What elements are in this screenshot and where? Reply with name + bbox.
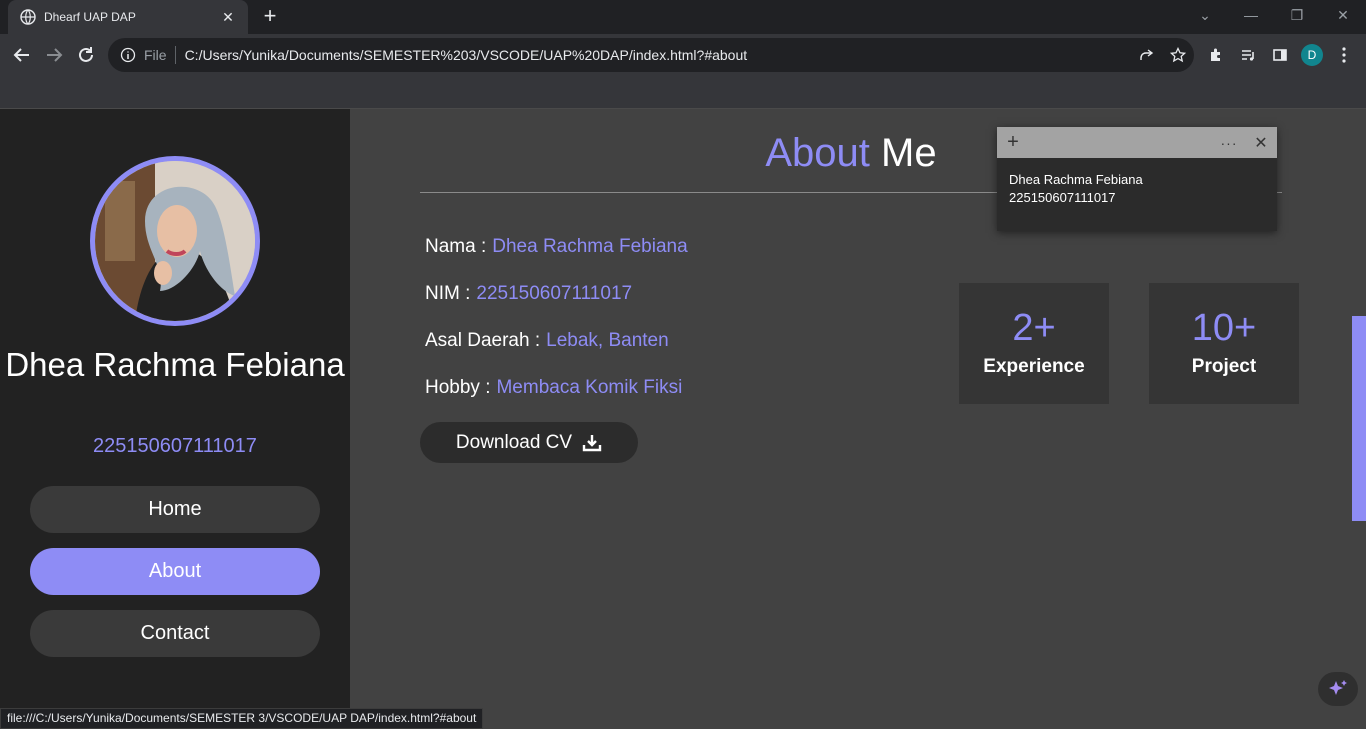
close-icon[interactable]: ✕	[1245, 133, 1277, 153]
page-title-rest: Me	[881, 131, 937, 175]
nav-about[interactable]: About	[30, 548, 320, 595]
info-icon[interactable]	[120, 47, 136, 63]
info-label: Nama :	[425, 236, 487, 257]
back-button[interactable]	[10, 43, 34, 67]
stat-card-experience: 2+ Experience	[959, 283, 1109, 404]
address-bar[interactable]: File C:/Users/Yunika/Documents/SEMESTER%…	[108, 38, 1194, 72]
close-window-button[interactable]: ✕	[1320, 0, 1366, 30]
scrollbar-thumb[interactable]	[1352, 316, 1366, 521]
media-control-icon[interactable]	[1234, 34, 1262, 76]
info-value: 225150607111017	[476, 283, 633, 304]
tab-title: Dhearf UAP DAP	[44, 10, 136, 24]
avatar: D	[1301, 44, 1323, 66]
profile-nim: 225150607111017	[93, 435, 257, 457]
tab-close-icon[interactable]: ✕	[220, 9, 236, 26]
info-row-nama: Nama : Dhea Rachma Febiana	[425, 236, 688, 258]
info-row-nim: NIM :225150607111017	[425, 283, 632, 305]
side-panel-icon[interactable]	[1266, 34, 1294, 76]
tab-strip: Dhearf UAP DAP ✕ + ⌄ — ❐ ✕	[0, 0, 1366, 34]
profile-button[interactable]: D	[1298, 34, 1326, 76]
info-value: Dhea Rachma Febiana	[492, 236, 688, 257]
restore-button[interactable]: ❐	[1274, 0, 1320, 30]
page-title-accent: About	[765, 131, 870, 175]
info-row-asal-daerah: Asal Daerah : Lebak, Banten	[425, 330, 669, 352]
sticky-note-text[interactable]: Dhea Rachma Febiana 225150607111017	[997, 158, 1277, 220]
reload-icon	[79, 47, 93, 62]
stat-label: Project	[1191, 356, 1257, 377]
bookmark-star-icon[interactable]	[1162, 39, 1194, 71]
info-row-hobby: Hobby : Membaca Komik Fiksi	[425, 377, 682, 399]
download-cv-button[interactable]: Download CV	[420, 422, 638, 463]
note-line: Dhea Rachma Febiana	[1009, 172, 1143, 187]
divider	[174, 46, 176, 64]
toolbar-extension-area	[0, 76, 1366, 109]
stat-card-project: 10+ Project	[1149, 283, 1299, 404]
browser-toolbar: File C:/Users/Yunika/Documents/SEMESTER%…	[0, 34, 1366, 76]
info-label: NIM :	[425, 283, 471, 304]
download-cv-label: Download CV	[455, 431, 573, 453]
browser-tab[interactable]: Dhearf UAP DAP ✕	[8, 0, 248, 34]
extensions-icon[interactable]	[1202, 34, 1230, 76]
sparkle-button[interactable]	[1318, 672, 1358, 706]
profile-name: Dhea Rachma Febiana	[5, 346, 345, 383]
download-icon	[582, 434, 602, 451]
sticky-note-window[interactable]: + ··· ✕ Dhea Rachma Febiana 225150607111…	[997, 127, 1277, 231]
stat-label: Experience	[983, 356, 1085, 377]
scheme-label: File	[144, 47, 167, 63]
sidebar: Dhea Rachma Febiana 225150607111017 Home…	[0, 109, 350, 729]
profile-photo	[90, 156, 260, 326]
forward-button[interactable]	[42, 43, 66, 67]
globe-icon	[20, 9, 36, 25]
info-value: Lebak, Banten	[546, 330, 669, 351]
sticky-note-header[interactable]: + ··· ✕	[997, 127, 1277, 158]
share-icon[interactable]	[1130, 39, 1162, 71]
add-note-icon[interactable]: +	[997, 131, 1029, 154]
info-value: Membaca Komik Fiksi	[496, 377, 683, 398]
stat-number: 10+	[1191, 307, 1257, 349]
more-icon[interactable]: ···	[1213, 135, 1245, 151]
stat-number: 2+	[1012, 307, 1056, 349]
arrow-right-icon	[47, 48, 63, 62]
note-line: 225150607111017	[1009, 190, 1116, 205]
nav-home[interactable]: Home	[30, 486, 320, 533]
nav-contact[interactable]: Contact	[30, 610, 320, 657]
status-bar-url: file:///C:/Users/Yunika/Documents/SEMEST…	[0, 708, 484, 729]
info-label: Asal Daerah :	[425, 330, 541, 351]
reload-button[interactable]	[74, 43, 98, 67]
sparkle-icon	[1329, 680, 1347, 695]
info-label: Hobby :	[425, 377, 491, 398]
minimize-button[interactable]: —	[1228, 0, 1274, 30]
new-tab-button[interactable]: +	[258, 5, 282, 29]
menu-kebab-icon[interactable]	[1330, 34, 1358, 76]
url-text[interactable]: C:/Users/Yunika/Documents/SEMESTER%203/V…	[185, 47, 1130, 63]
arrow-left-icon	[13, 48, 29, 62]
tab-search-icon[interactable]: ⌄	[1182, 0, 1228, 30]
